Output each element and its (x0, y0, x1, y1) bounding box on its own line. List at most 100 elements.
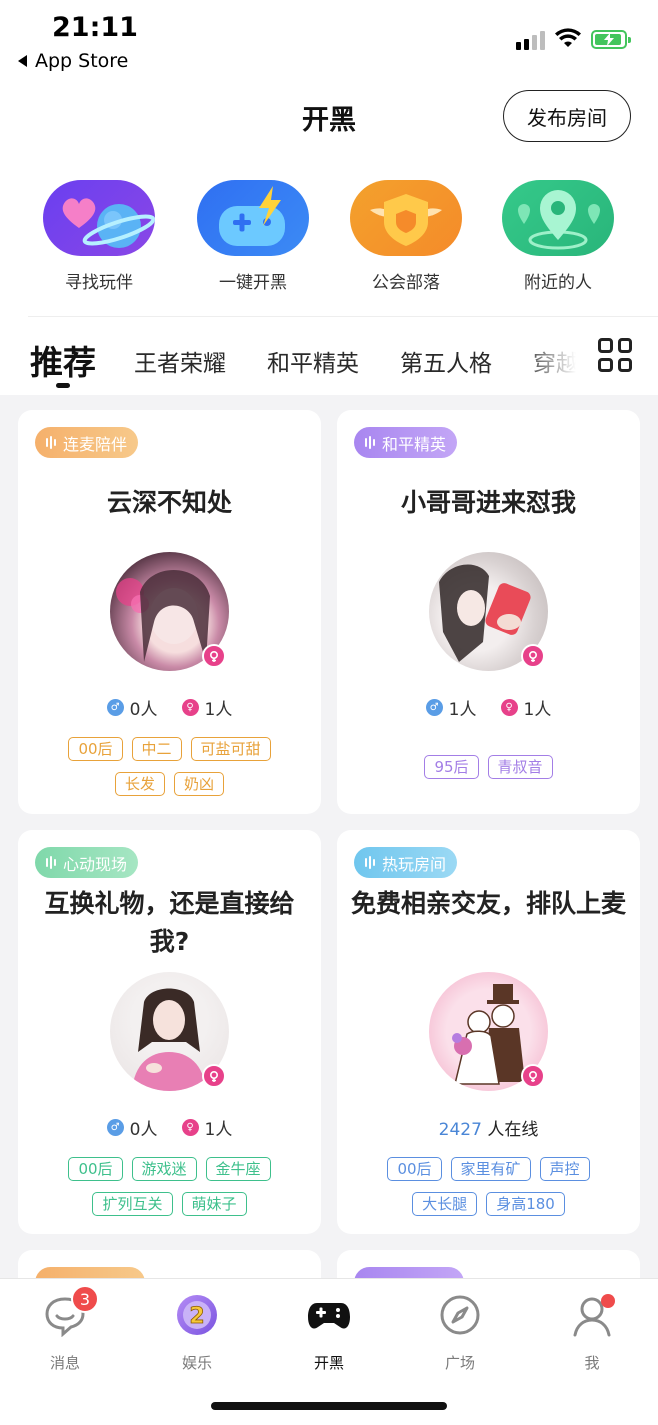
tab-identity-v[interactable]: 第五人格 (400, 344, 492, 378)
room-card[interactable]: 心动现场 互换礼物，还是直接给我? ♂ 0人 ♀ 1人 00后 游戏迷 金牛座 扩列… (18, 830, 321, 1234)
room-label: 00后 (68, 737, 123, 761)
room-title: 小哥哥进来怼我 (400, 488, 576, 517)
room-label: 家里有矿 (450, 1157, 531, 1181)
room-label: 奶凶 (174, 772, 225, 796)
tab-peace-elite[interactable]: 和平精英 (267, 344, 359, 378)
room-category-tag: 热玩房间 (354, 847, 458, 878)
tabbar-me[interactable]: 我 (547, 1293, 637, 1373)
compass-icon (438, 1293, 482, 1337)
profile-icon (570, 1293, 615, 1337)
gamepad-icon (307, 1293, 351, 1337)
female-icon: ♀ (181, 1119, 199, 1136)
male-icon: ♂ (106, 699, 124, 716)
room-labels: 00后 家里有矿 声控 大长腿 身高180 (361, 1157, 616, 1216)
female-gender-icon (202, 1064, 226, 1088)
female-count: ♀ 1人 (181, 1115, 232, 1140)
room-category-tag: 和平精英 (354, 427, 458, 458)
room-labels: 00后 游戏迷 金牛座 扩列互关 萌妹子 (42, 1157, 297, 1216)
tabbar-square[interactable]: 广场 (415, 1293, 505, 1373)
room-label: 大长腿 (412, 1192, 478, 1216)
room-category-tag: 心动现场 (35, 847, 139, 878)
quick-action-guild[interactable]: 公会部落 (349, 180, 463, 293)
male-icon: ♂ (425, 699, 443, 716)
online-suffix: 人在线 (487, 1120, 539, 1140)
female-icon: ♀ (500, 699, 518, 716)
quick-action-label: 公会部落 (372, 273, 440, 293)
tab-honor-of-kings[interactable]: 王者荣耀 (134, 344, 226, 378)
room-category-label: 心动现场 (63, 854, 128, 874)
female-icon: ♀ (181, 699, 199, 716)
male-count: ♂ 0人 (106, 1115, 158, 1140)
room-label: 00后 (387, 1157, 442, 1181)
room-label: 中二 (131, 737, 182, 761)
room-label: 可盐可甜 (190, 737, 271, 761)
room-title: 云深不知处 (106, 488, 232, 517)
wifi-icon (555, 28, 581, 47)
all-categories-grid-icon[interactable] (598, 338, 632, 372)
room-title: 免费相亲交友，排队上麦 (350, 889, 626, 918)
room-labels: 95后 青叔音 (361, 755, 616, 779)
online-count: 2427 人在线 (337, 1115, 640, 1140)
audio-wave-icon (46, 436, 56, 449)
room-card[interactable]: 和平精英 小哥哥进来怼我 ♂ 1人 ♀ 1人 95后 青叔音 (337, 410, 640, 814)
quick-action-label: 一键开黑 (219, 273, 287, 293)
back-to-app-store[interactable]: App Store (18, 50, 128, 72)
room-label: 95后 (424, 755, 479, 779)
quick-action-label: 寻找玩伴 (65, 273, 133, 293)
male-count: ♂ 1人 (425, 695, 477, 720)
quick-action-find-partner[interactable]: 寻找玩伴 (42, 180, 156, 293)
room-label: 00后 (68, 1157, 123, 1181)
room-card[interactable]: 连麦陪伴 云深不知处 ♂ 0人 ♀ 1人 00后 中二 可盐可甜 长发 奶凶 (18, 410, 321, 814)
male-icon: ♂ (106, 1119, 124, 1136)
quick-action-nearby[interactable]: 附近的人 (501, 180, 615, 293)
room-label: 青叔音 (487, 755, 553, 779)
gamepad-lightning-icon (197, 180, 309, 256)
member-counts: ♂ 1人 ♀ 1人 (337, 695, 640, 720)
tabbar-entertainment[interactable]: 2 娱乐 (152, 1293, 242, 1373)
tab-fade (520, 332, 600, 382)
home-indicator (211, 1402, 447, 1410)
audio-wave-icon (365, 436, 375, 449)
tabbar-label: 开黑 (313, 1354, 344, 1372)
winged-shield-icon (350, 180, 462, 256)
status-time: 21:11 (52, 12, 138, 43)
tabbar-play-together[interactable]: 开黑 (284, 1293, 374, 1373)
notification-dot (601, 1294, 615, 1308)
room-card[interactable]: 热玩房间 免费相亲交友，排队上麦 2427 人在线 00后 家里有矿 声控 大长… (337, 830, 640, 1234)
room-category-tag: 连麦陪伴 (35, 427, 139, 458)
room-category-label: 热玩房间 (382, 854, 447, 874)
member-counts: ♂ 0人 ♀ 1人 (18, 1115, 321, 1140)
room-category-label: 连麦陪伴 (63, 434, 128, 454)
active-tab-indicator (56, 383, 70, 388)
quick-action-quick-match[interactable]: 一键开黑 (196, 180, 310, 293)
tab-recommended[interactable]: 推荐 (30, 336, 96, 384)
chat-bubble-icon: 3 (43, 1285, 99, 1338)
room-label: 萌妹子 (181, 1192, 247, 1216)
female-gender-icon (521, 644, 545, 668)
audio-wave-icon (365, 856, 375, 869)
status-bar: 21:11 App Store (0, 0, 658, 80)
tabbar-label: 广场 (444, 1354, 475, 1372)
tabbar-label: 我 (584, 1354, 600, 1372)
female-count: ♀ 1人 (500, 695, 551, 720)
room-label: 扩列互关 (92, 1192, 173, 1216)
tabbar-messages[interactable]: 3 消息 (20, 1285, 110, 1373)
tabbar-label: 娱乐 (181, 1354, 212, 1372)
quick-action-label: 附近的人 (524, 273, 592, 293)
room-title: 互换礼物，还是直接给我? (44, 889, 295, 956)
online-number: 2427 (438, 1120, 482, 1140)
member-counts: ♂ 0人 ♀ 1人 (18, 695, 321, 720)
room-category-label: 和平精英 (382, 434, 447, 454)
tabbar-label: 消息 (49, 1354, 80, 1372)
male-count: ♂ 0人 (106, 695, 158, 720)
publish-room-button[interactable]: 发布房间 (503, 90, 631, 142)
room-label: 金牛座 (205, 1157, 271, 1181)
room-label: 声控 (539, 1157, 590, 1181)
location-pin-icon (502, 180, 614, 256)
heart-planet-icon (43, 180, 155, 256)
female-gender-icon (521, 1064, 545, 1088)
room-label: 身高180 (486, 1192, 565, 1216)
audio-wave-icon (46, 856, 56, 869)
unread-badge: 3 (71, 1285, 99, 1313)
back-app-label: App Store (35, 50, 129, 72)
